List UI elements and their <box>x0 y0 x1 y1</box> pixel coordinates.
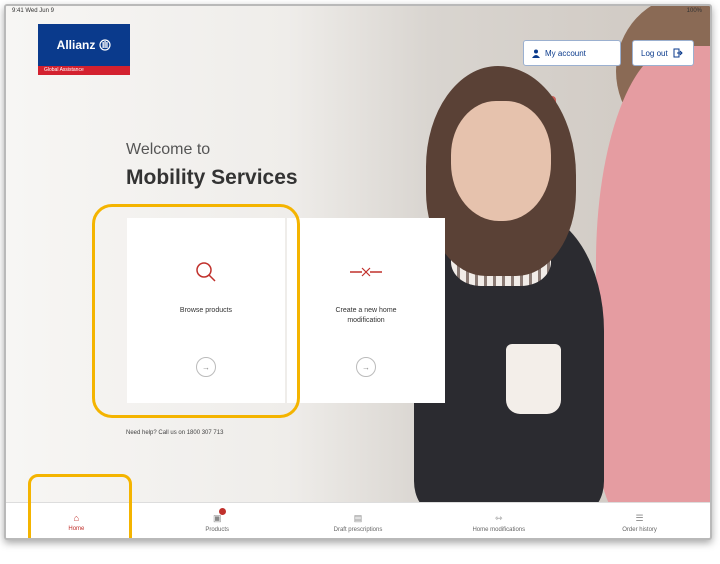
logout-icon <box>673 48 683 58</box>
app-screen: 9:41 Wed Jun 9 100% Allianz Global Assis… <box>4 4 712 540</box>
allianz-logo: Allianz Global Assistance <box>38 24 130 80</box>
arrow-right-icon[interactable]: → <box>356 357 376 377</box>
tab-home-modifications[interactable]: ⇿ Home modifications <box>428 503 569 538</box>
tab-products-label: Products <box>205 526 230 533</box>
my-account-label: My account <box>545 48 586 58</box>
my-account-button[interactable]: My account <box>523 40 621 66</box>
status-time: 9:41 Wed Jun 9 <box>12 8 54 14</box>
notification-badge <box>219 508 227 515</box>
highlight-annotation <box>28 474 132 538</box>
page-title: Mobility Services <box>126 166 298 189</box>
logout-label: Log out <box>641 48 668 58</box>
history-icon: ☰ <box>635 512 644 523</box>
brand-tagline: Global Assistance <box>38 66 130 75</box>
logout-button[interactable]: Log out <box>632 40 694 66</box>
tab-order-history[interactable]: ☰ Order history <box>569 503 710 538</box>
ramp-icon <box>350 267 382 277</box>
brand-name: Allianz <box>56 38 96 52</box>
help-text: Need help? Call us on 1800 307 713 <box>126 430 224 436</box>
tab-products[interactable]: ▣ Products <box>147 503 288 538</box>
create-home-modification-card[interactable]: Create a new home modification → <box>287 218 445 403</box>
status-bar: 9:41 Wed Jun 9 100% <box>6 6 710 18</box>
battery-status: 100% <box>686 8 702 14</box>
ramp-icon: ⇿ <box>495 512 503 523</box>
tab-draft-prescriptions[interactable]: ▤ Draft prescriptions <box>288 503 429 538</box>
document-icon: ▤ <box>353 512 363 523</box>
tab-home-modifications-label: Home modifications <box>472 526 526 533</box>
welcome-text: Welcome to <box>126 141 211 158</box>
background-decoration <box>506 344 561 414</box>
tab-draft-prescriptions-label: Draft prescriptions <box>333 526 383 533</box>
create-home-modification-label: Create a new home modification <box>335 307 397 324</box>
allianz-eagle-icon <box>99 39 111 51</box>
user-icon <box>532 49 540 58</box>
background-decoration <box>451 101 551 221</box>
highlight-annotation <box>92 204 300 418</box>
tab-order-history-label: Order history <box>622 526 657 533</box>
